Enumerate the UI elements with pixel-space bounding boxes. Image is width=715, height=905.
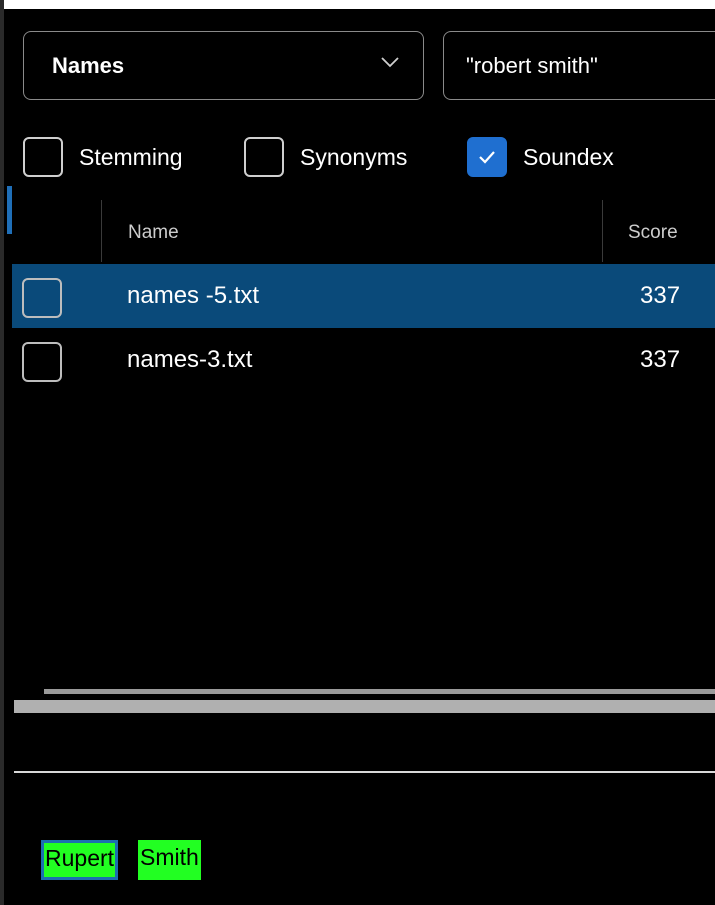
checkmark-icon: [479, 151, 495, 164]
preview-hit-highlight[interactable]: Rupert: [41, 840, 119, 880]
result-row-checkbox[interactable]: [22, 342, 62, 382]
synonyms-checkbox[interactable]: Synonyms: [244, 136, 407, 178]
stemming-checkbox-box[interactable]: [23, 137, 63, 177]
soundex-checkbox-box[interactable]: [467, 137, 507, 177]
result-row[interactable]: names-3.txt 337: [12, 328, 715, 392]
synonyms-checkbox-box[interactable]: [244, 137, 284, 177]
result-row-checkbox[interactable]: [22, 278, 62, 318]
column-header-score[interactable]: Score: [628, 222, 678, 244]
field-dropdown-value: Names: [52, 53, 125, 78]
search-input[interactable]: [466, 50, 715, 82]
soundex-label: Soundex: [523, 143, 614, 170]
column-header-name[interactable]: Name: [128, 222, 179, 244]
column-separator[interactable]: [101, 200, 102, 262]
field-dropdown[interactable]: Names: [23, 31, 424, 100]
search-field[interactable]: [443, 31, 715, 100]
result-file-name: names -5.txt: [127, 282, 260, 309]
window-top-edge: [4, 0, 715, 9]
preview-divider: [14, 771, 715, 773]
horizontal-scroll-track[interactable]: [44, 689, 715, 694]
synonyms-label: Synonyms: [300, 143, 408, 170]
column-separator[interactable]: [602, 200, 603, 262]
stemming-checkbox[interactable]: Stemming: [23, 136, 183, 178]
result-row[interactable]: names -5.txt 337: [12, 264, 715, 328]
result-score: 337: [640, 346, 681, 373]
preview-hit-highlight[interactable]: Smith: [138, 840, 201, 880]
result-file-name: names-3.txt: [127, 346, 253, 373]
result-score: 337: [640, 282, 681, 309]
left-pane-selection-accent: [7, 186, 12, 234]
chevron-down-icon: [381, 57, 399, 68]
pane-splitter[interactable]: [14, 700, 715, 713]
left-pane-edge: [0, 0, 4, 905]
stemming-label: Stemming: [79, 143, 183, 170]
soundex-checkbox[interactable]: Soundex: [467, 136, 614, 178]
